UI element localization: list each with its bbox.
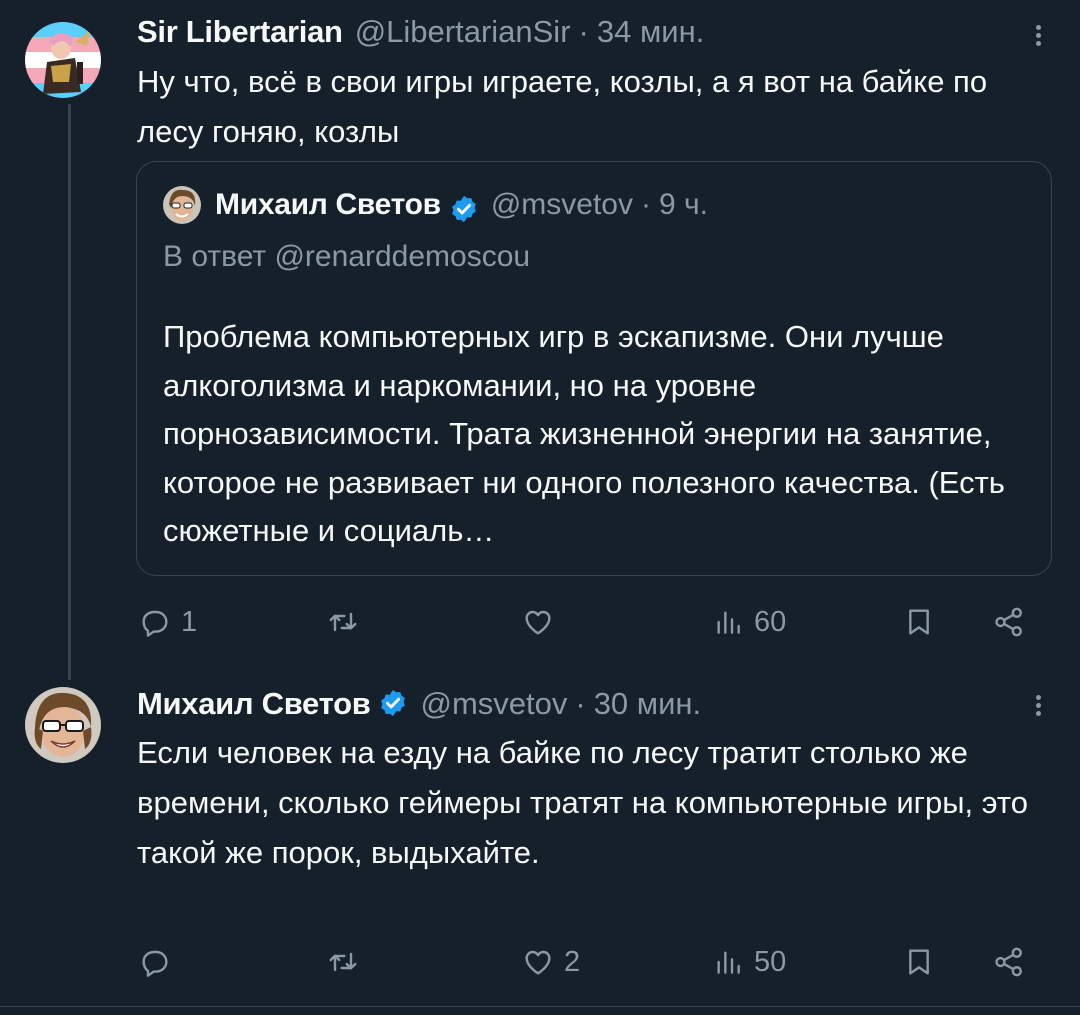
quoted-timestamp[interactable]: 9 ч. xyxy=(659,188,708,222)
separator-dot: · xyxy=(575,686,586,721)
quoted-author-handle[interactable]: @msvetov xyxy=(491,188,633,222)
avatar[interactable] xyxy=(25,22,101,98)
share-button[interactable] xyxy=(992,600,1026,644)
verified-badge-icon xyxy=(381,689,406,717)
views-button[interactable]: 60 xyxy=(712,600,786,644)
tweet[interactable]: Sir Libertarian @LibertarianSir · 34 мин… xyxy=(0,0,1080,680)
reply-button[interactable] xyxy=(139,940,181,984)
heart-icon xyxy=(525,610,551,635)
views-count: 60 xyxy=(754,605,787,638)
reply-icon xyxy=(142,610,168,637)
author-name[interactable]: Михаил Светов xyxy=(137,686,371,722)
reply-icon xyxy=(142,950,168,977)
quoted-tweet-text: Проблема компьютерных игр в эскапизме. О… xyxy=(163,319,1005,548)
views-count: 50 xyxy=(754,945,787,978)
bookmark-icon xyxy=(909,949,929,975)
author-handle[interactable]: @msvetov xyxy=(420,686,567,722)
bookmark-button[interactable] xyxy=(903,940,935,984)
retweet-button[interactable] xyxy=(327,600,369,644)
quoted-avatar xyxy=(163,186,201,224)
like-button[interactable]: 2 xyxy=(522,940,580,984)
separator-dot: · xyxy=(578,14,589,49)
tweet-text: Если человек на езду на байке по лесу тр… xyxy=(137,735,1028,870)
share-icon xyxy=(995,947,1022,977)
reply-context[interactable]: В ответ @renarddemoscou xyxy=(163,240,530,274)
heart-icon xyxy=(525,950,551,975)
avatar[interactable] xyxy=(25,687,101,763)
tweet-header: Sir Libertarian @LibertarianSir · 34 мин… xyxy=(137,14,704,50)
bookmark-icon xyxy=(909,609,929,635)
reply-count: 1 xyxy=(181,605,198,638)
tweet-header: Михаил Светов @msvetov · 30 мин. xyxy=(137,684,701,722)
author-name[interactable]: Sir Libertarian xyxy=(137,14,343,50)
verified-badge-icon xyxy=(451,195,476,223)
tweet-actions: 1 60 xyxy=(137,600,1037,644)
thread-connector-line xyxy=(68,104,71,680)
more-options-icon[interactable] xyxy=(1034,692,1042,720)
views-icon xyxy=(717,951,740,974)
author-handle[interactable]: @LibertarianSir xyxy=(355,14,571,50)
like-count: 2 xyxy=(564,945,581,978)
reply-button[interactable]: 1 xyxy=(139,600,197,644)
tweet-actions: 2 50 xyxy=(137,940,1037,984)
quoted-tweet-header: Михаил Светов @msvetov · 9 ч. xyxy=(163,186,708,224)
avatar-image xyxy=(163,186,201,224)
avatar-image xyxy=(25,22,101,98)
share-button[interactable] xyxy=(992,940,1026,984)
tweet-text: Ну что, всё в свои игры играете, козлы, … xyxy=(137,64,988,149)
tweet[interactable]: Михаил Светов @msvetov · 30 мин. Если че… xyxy=(0,676,1080,1006)
avatar-image xyxy=(25,687,101,763)
quoted-author-name[interactable]: Михаил Светов xyxy=(215,188,441,222)
bookmark-button[interactable] xyxy=(903,600,935,644)
separator-dot: · xyxy=(640,188,651,221)
retweet-button[interactable] xyxy=(327,940,369,984)
like-button[interactable] xyxy=(522,600,564,644)
views-icon xyxy=(717,611,740,634)
share-icon xyxy=(995,607,1022,637)
tweet-divider xyxy=(0,1006,1080,1007)
quoted-tweet[interactable]: Михаил Светов @msvetov · 9 ч. В ответ @r… xyxy=(136,161,1052,576)
timestamp[interactable]: 34 мин. xyxy=(597,14,704,50)
retweet-icon xyxy=(329,952,357,972)
timestamp[interactable]: 30 мин. xyxy=(594,686,701,722)
views-button[interactable]: 50 xyxy=(712,940,786,984)
retweet-icon xyxy=(329,612,357,632)
more-options-icon[interactable] xyxy=(1034,22,1042,50)
